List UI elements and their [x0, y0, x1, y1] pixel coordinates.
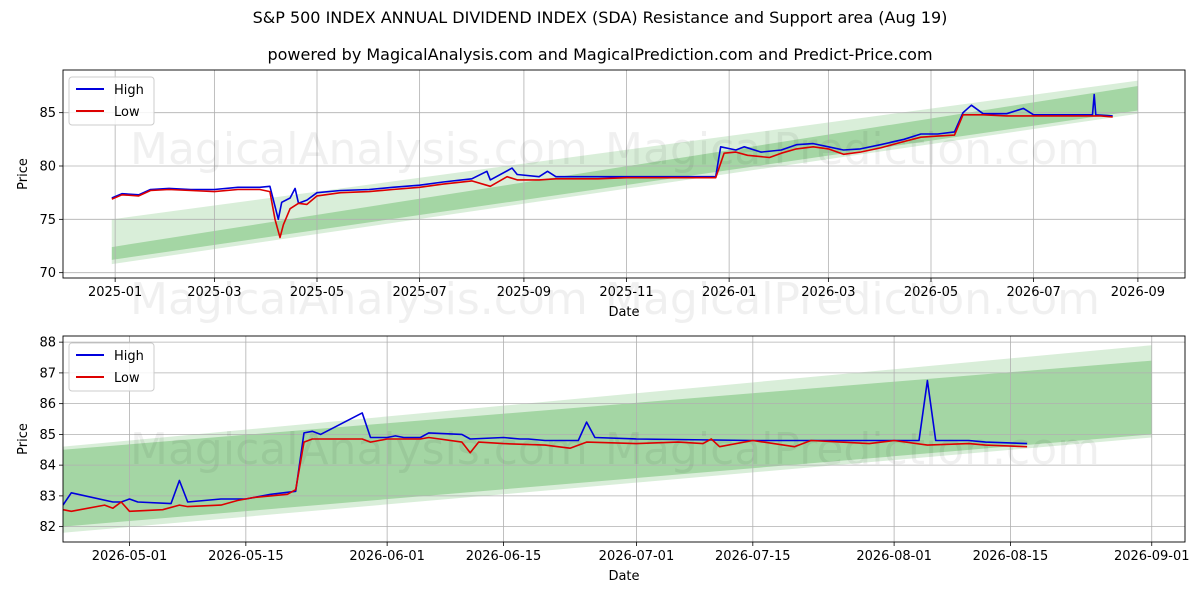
chart-canvas: 2025-01 2025-03 2025-05 2025-07 2025-09 2025-…	[16, 69, 1190, 584]
legend-label-low: Low	[114, 371, 140, 386]
x-tick-label: 2026-09-01	[1114, 549, 1190, 564]
y-tick-label: 70	[39, 266, 56, 281]
x-tick-label: 2026-05-01	[92, 549, 168, 564]
x-tick-label: 2026-09	[1111, 285, 1165, 300]
y-tick-label: 84	[39, 459, 56, 474]
y-tick-label: 83	[39, 489, 56, 504]
panel-2: 2026-05-01 2026-05-15 2026-06-01 2026-06-15…	[16, 335, 1190, 584]
watermark: MagicalAnalysis.com	[130, 424, 588, 475]
legend-label-high: High	[114, 83, 144, 98]
y-axis-label: Price	[16, 423, 31, 455]
y-tick-label: 87	[39, 366, 56, 381]
y-tick-label: 85	[39, 106, 56, 121]
x-tick-label: 2026-06-01	[349, 549, 425, 564]
y-axis-label: Price	[16, 158, 31, 190]
x-tick-label: 2026-07-01	[599, 549, 675, 564]
x-axis-label: Date	[608, 305, 639, 320]
watermark: MagicalAnalysis.com	[130, 274, 588, 325]
x-tick-label: 2026-08-01	[856, 549, 932, 564]
watermark: MagicalPrediction.com	[605, 274, 1100, 325]
y-tick-label: 80	[39, 160, 56, 175]
legend-label-low: Low	[114, 105, 140, 120]
panel-1: 2025-01 2025-03 2025-05 2025-07 2025-09 2025-…	[16, 69, 1186, 325]
watermark: MagicalPrediction.com	[605, 424, 1100, 475]
x-tick-label: 2026-05-15	[208, 549, 284, 564]
legend-label-high: High	[114, 349, 144, 364]
watermark: MagicalAnalysis.com	[130, 124, 588, 175]
x-tick-label: 2026-07-15	[715, 549, 791, 564]
x-tick-label: 2026-06-15	[466, 549, 542, 564]
x-axis-label: Date	[608, 569, 639, 584]
x-tick-label: 2026-08-15	[973, 549, 1049, 564]
y-tick-label: 75	[39, 213, 56, 228]
y-tick-label: 82	[39, 520, 56, 535]
y-tick-label: 85	[39, 428, 56, 443]
y-tick-label: 86	[39, 397, 56, 412]
y-tick-label: 88	[39, 336, 56, 351]
